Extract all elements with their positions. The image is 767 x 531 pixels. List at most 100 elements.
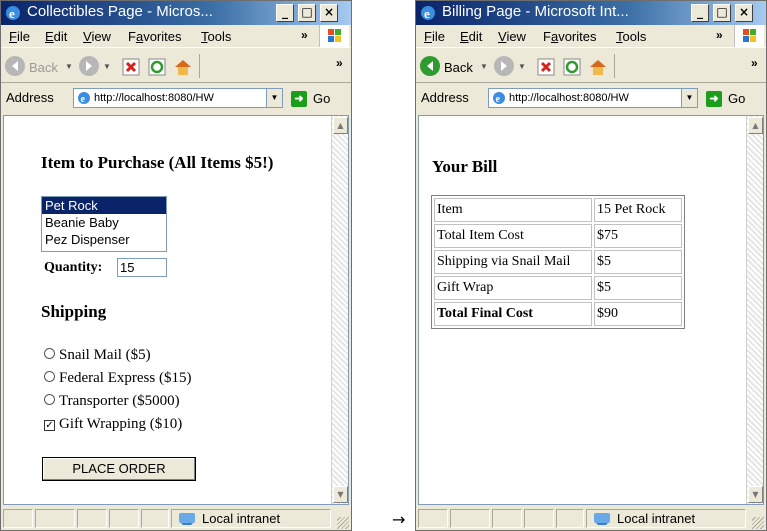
forward-icon[interactable] (494, 56, 514, 76)
menu-file[interactable]: File (424, 29, 445, 44)
table-row: Item 15 Pet Rock (434, 198, 682, 222)
security-zone: Local intranet (586, 509, 746, 528)
toolbar-separator (199, 54, 200, 78)
address-input[interactable]: e http://localhost:8080/HW ▼ (73, 88, 283, 108)
menu-tools[interactable]: Tools (201, 29, 231, 44)
back-icon[interactable] (420, 56, 440, 76)
radio-icon[interactable] (44, 371, 55, 382)
standard-toolbar: Back ▼ ▼ » (416, 47, 766, 83)
toolbar-overflow-chevron[interactable]: » (336, 56, 343, 70)
minimize-button[interactable]: _ (276, 4, 294, 22)
listbox-option-beanie-baby[interactable]: Beanie Baby (42, 214, 166, 231)
address-dropdown-button[interactable]: ▼ (681, 89, 697, 107)
page-icon: e (78, 92, 90, 105)
item-listbox[interactable]: Pet Rock Beanie Baby Pez Dispenser (41, 196, 167, 252)
status-pane (35, 509, 75, 528)
back-history-dropdown[interactable]: ▼ (65, 62, 73, 71)
checkbox-checked-icon[interactable]: ✓ (44, 420, 55, 431)
resize-grip[interactable] (752, 517, 764, 529)
toolbar-overflow-chevron[interactable]: » (751, 56, 758, 70)
maximize-button[interactable]: □ (298, 4, 316, 22)
minimize-button[interactable]: _ (691, 4, 709, 22)
go-button[interactable]: Go (313, 91, 330, 106)
purchase-heading: Item to Purchase (All Items $5!) (41, 153, 274, 172)
maximize-button[interactable]: □ (713, 4, 731, 22)
transition-arrow: → (392, 510, 406, 529)
stop-icon[interactable] (536, 57, 556, 77)
close-button[interactable]: × (735, 4, 753, 22)
radio-icon[interactable] (44, 348, 55, 359)
home-icon[interactable] (588, 57, 608, 77)
listbox-option-pez-dispenser[interactable]: Pez Dispenser (42, 231, 166, 248)
table-row: Shipping via Snail Mail $5 (434, 250, 682, 274)
table-cell: Gift Wrap (434, 276, 592, 300)
window-title: Collectibles Page - Micros... (27, 3, 213, 20)
refresh-icon[interactable] (562, 57, 582, 77)
menu-favorites[interactable]: Favorites (543, 29, 596, 44)
forward-history-dropdown[interactable]: ▼ (518, 62, 526, 71)
bill-table: Item 15 Pet Rock Total Item Cost $75 Shi… (431, 195, 685, 329)
status-pane (77, 509, 107, 528)
gift-wrap-option[interactable]: ✓ Gift Wrapping ($10) (44, 416, 182, 433)
address-dropdown-button[interactable]: ▼ (266, 89, 282, 107)
listbox-option-pet-rock[interactable]: Pet Rock (42, 197, 166, 214)
vertical-scrollbar[interactable]: ▲ ▼ (331, 116, 348, 504)
quantity-input[interactable]: 15 (117, 258, 167, 277)
address-url: http://localhost:8080/HW (509, 92, 629, 104)
menu-overflow-chevron[interactable]: » (301, 28, 308, 42)
shipping-option-transporter[interactable]: Transporter ($5000) (44, 393, 180, 410)
back-button-label[interactable]: Back (29, 60, 58, 75)
address-label: Address (421, 90, 469, 105)
intranet-globe-icon (594, 513, 610, 525)
table-row: Total Final Cost $90 (434, 302, 682, 326)
shipping-heading: Shipping (41, 302, 107, 321)
table-cell: Total Item Cost (434, 224, 592, 248)
go-arrow-icon[interactable]: ➜ (706, 91, 722, 107)
refresh-icon[interactable] (147, 57, 167, 77)
shipping-option-snail-mail[interactable]: Snail Mail ($5) (44, 347, 151, 364)
svg-text:e: e (81, 94, 86, 105)
svg-text:e: e (424, 6, 430, 21)
go-arrow-icon[interactable]: ➜ (291, 91, 307, 107)
menu-tools[interactable]: Tools (616, 29, 646, 44)
scroll-up-arrow[interactable]: ▲ (748, 117, 763, 134)
menu-bar: File Edit View Favorites Tools » (1, 25, 351, 47)
back-history-dropdown[interactable]: ▼ (480, 62, 488, 71)
table-cell: $90 (594, 302, 682, 326)
table-cell: $5 (594, 276, 682, 300)
menu-file[interactable]: File (9, 29, 30, 44)
shipping-option-federal-express[interactable]: Federal Express ($15) (44, 370, 191, 387)
forward-icon[interactable] (79, 56, 99, 76)
vertical-scrollbar[interactable]: ▲ ▼ (746, 116, 763, 504)
scroll-down-arrow[interactable]: ▼ (333, 486, 348, 503)
go-button[interactable]: Go (728, 91, 745, 106)
menu-view[interactable]: View (498, 29, 526, 44)
back-button-label[interactable]: Back (444, 60, 473, 75)
security-zone: Local intranet (171, 509, 331, 528)
table-cell: Total Final Cost (434, 302, 592, 326)
menu-edit[interactable]: Edit (45, 29, 67, 44)
svg-text:e: e (9, 6, 15, 21)
scroll-down-arrow[interactable]: ▼ (748, 486, 763, 503)
stop-icon[interactable] (121, 57, 141, 77)
radio-icon[interactable] (44, 394, 55, 405)
home-icon[interactable] (173, 57, 193, 77)
menu-overflow-chevron[interactable]: » (716, 28, 723, 42)
menu-view[interactable]: View (83, 29, 111, 44)
address-input[interactable]: e http://localhost:8080/HW ▼ (488, 88, 698, 108)
forward-history-dropdown[interactable]: ▼ (103, 62, 111, 71)
close-button[interactable]: × (320, 4, 338, 22)
status-pane (109, 509, 139, 528)
place-order-button[interactable]: PLACE ORDER (42, 457, 196, 481)
table-cell: $5 (594, 250, 682, 274)
menu-edit[interactable]: Edit (460, 29, 482, 44)
menu-favorites[interactable]: Favorites (128, 29, 181, 44)
resize-grip[interactable] (337, 517, 349, 529)
title-bar[interactable]: e Billing Page - Microsoft Int... _ □ × (416, 1, 766, 25)
title-bar[interactable]: e Collectibles Page - Micros... _ □ × (1, 1, 351, 25)
scroll-up-arrow[interactable]: ▲ (333, 117, 348, 134)
status-bar: Local intranet (416, 506, 766, 531)
collectibles-browser-window: e Collectibles Page - Micros... _ □ × Fi… (0, 0, 352, 531)
back-icon[interactable] (5, 56, 25, 76)
windows-flag-icon (319, 25, 349, 47)
